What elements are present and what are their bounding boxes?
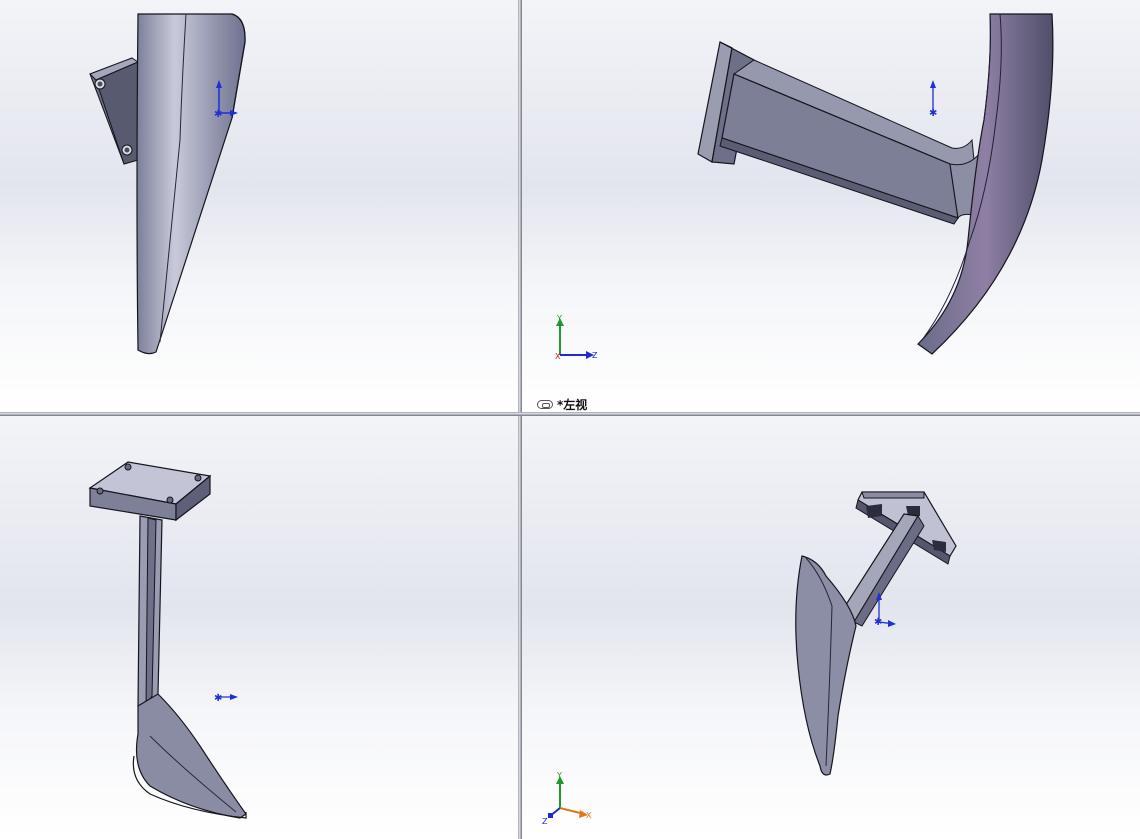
- svg-text:Z: Z: [542, 817, 548, 826]
- svg-text:✱: ✱: [214, 693, 222, 704]
- svg-text:X: X: [555, 352, 561, 361]
- viewport-splitter-vertical[interactable]: [518, 0, 522, 839]
- viewport-top-right[interactable]: ✱ Y X Z: [522, 0, 1140, 412]
- view-name: *左视: [557, 398, 588, 412]
- link-view-icon: [537, 400, 553, 409]
- viewport-splitter-horizontal[interactable]: [0, 412, 1140, 416]
- svg-text:X: X: [586, 811, 592, 820]
- part-front-view: ✱: [89, 13, 246, 355]
- svg-text:Y: Y: [556, 771, 562, 780]
- svg-text:Y: Y: [556, 314, 562, 323]
- origin-marker-icon: ✱: [874, 592, 896, 628]
- viewport-top-left[interactable]: ✱: [0, 0, 518, 412]
- part-trimetric-view: ✱: [88, 461, 247, 819]
- part-isometric-view: ✱ Y X Z: [542, 491, 957, 826]
- view-orientation-label[interactable]: *左视: [537, 396, 587, 413]
- viewport-bottom-right[interactable]: ✱ Y X Z: [522, 416, 1140, 839]
- svg-text:✱: ✱: [929, 108, 937, 119]
- axis-triad-icon: Y X Z: [555, 314, 598, 361]
- viewport-bottom-left[interactable]: ✱: [0, 416, 518, 839]
- axis-triad-icon: Y X Z: [542, 771, 592, 826]
- origin-marker-icon: ✱: [214, 693, 238, 704]
- svg-text:✱: ✱: [874, 617, 882, 628]
- svg-text:✱: ✱: [214, 109, 222, 120]
- svg-text:Z: Z: [592, 351, 598, 360]
- part-left-view: ✱ Y X Z: [555, 13, 1054, 361]
- origin-marker-icon: ✱: [929, 80, 937, 119]
